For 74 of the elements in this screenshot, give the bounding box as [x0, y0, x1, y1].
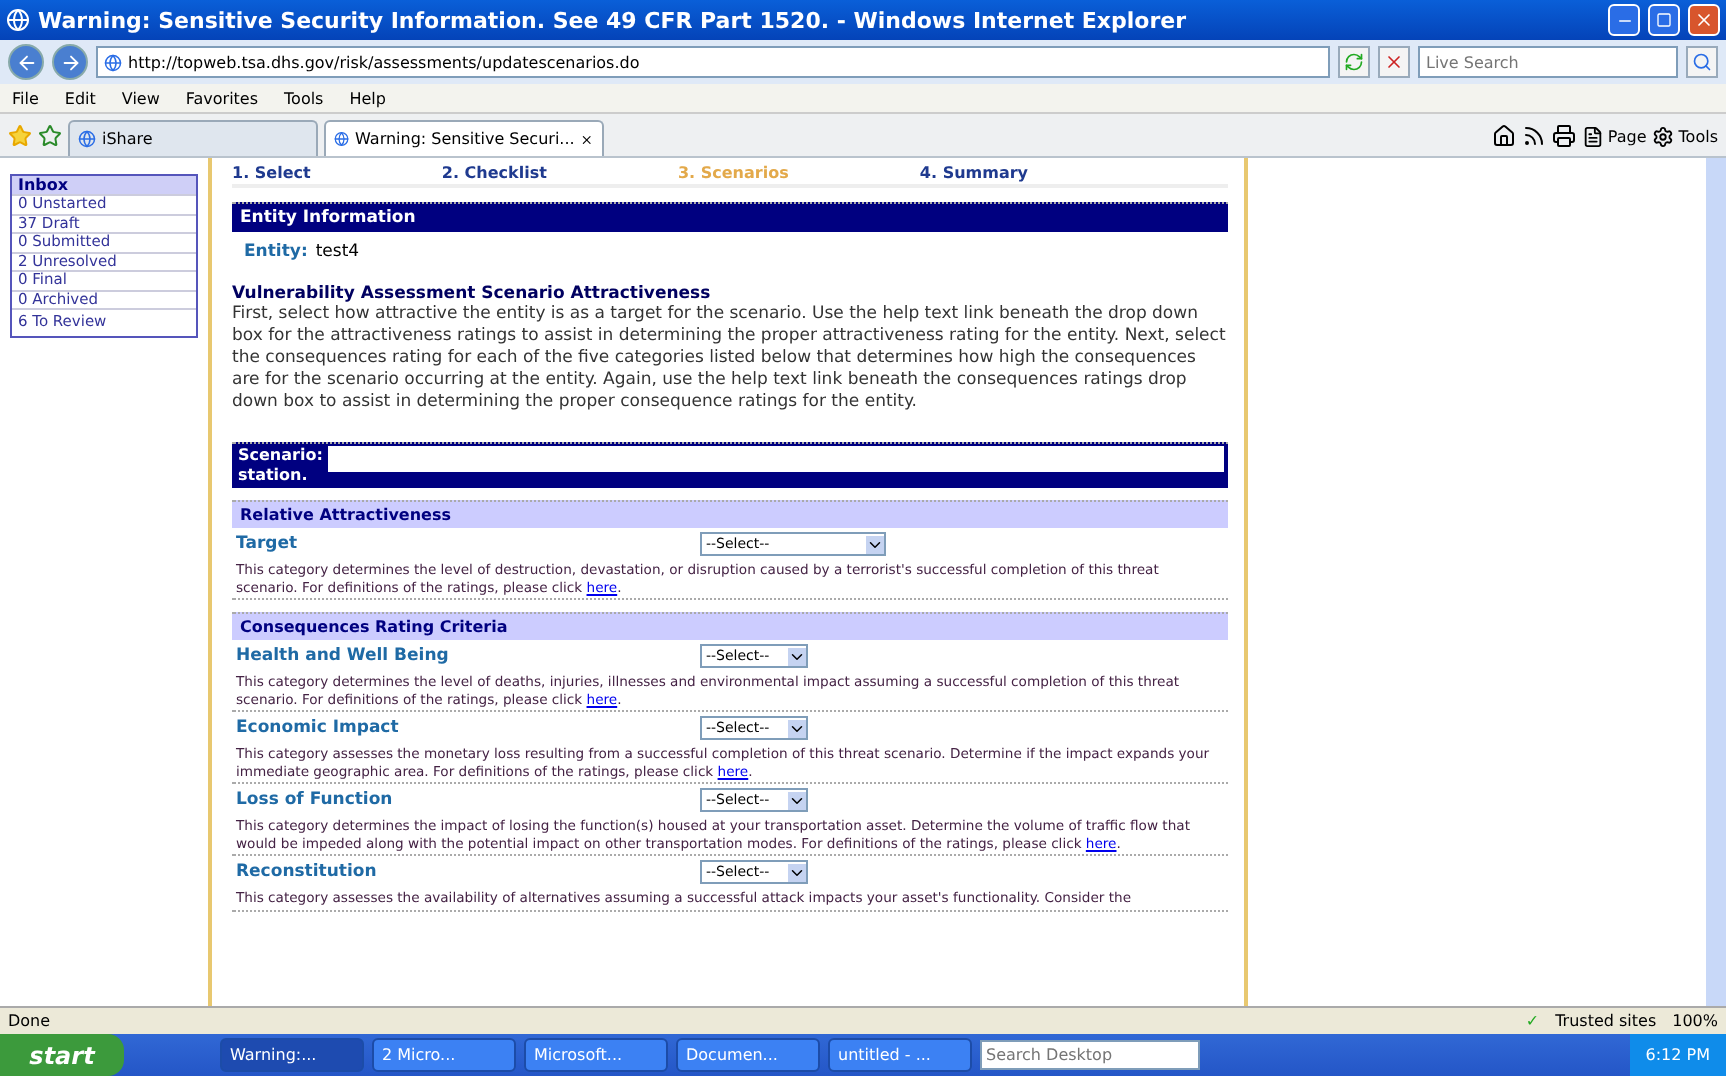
wizard-step[interactable]: 2. Checklist [441, 164, 547, 182]
scenario-text: station. [238, 466, 310, 486]
wizard-step[interactable]: 4. Summary [919, 164, 1028, 182]
tab-label: Warning: Sensitive Securi... [355, 130, 575, 148]
close-button[interactable] [1688, 4, 1720, 36]
wizard-step[interactable]: 1. Select [232, 164, 311, 182]
page-menu[interactable]: Page [1581, 126, 1647, 148]
address-field[interactable]: http://topweb.tsa.dhs.gov/risk/assessments/updatescenarios.do [96, 46, 1330, 78]
gear-icon [1652, 126, 1675, 148]
entity-value: test4 [315, 242, 360, 262]
taskbar-button[interactable]: Microsoft... [524, 1038, 668, 1072]
print-icon[interactable] [1551, 124, 1576, 148]
category-name: Loss of Function [236, 790, 395, 810]
stop-icon [1384, 52, 1404, 72]
taskbar-button[interactable]: untitled - ... [828, 1038, 972, 1072]
status-text: Done [8, 1012, 53, 1030]
section-header: Entity Information [232, 202, 1228, 232]
search-field[interactable]: Live Search [1418, 46, 1678, 78]
maximize-button[interactable] [1648, 4, 1680, 36]
back-button[interactable] [8, 44, 44, 80]
scrollbar[interactable] [1706, 158, 1726, 1006]
category-name: Reconstitution [236, 862, 379, 882]
taskbar-button[interactable]: Warning:... [220, 1038, 364, 1072]
tab-label: iShare [102, 130, 153, 148]
search-icon [1692, 52, 1712, 72]
section-header: Consequences Rating Criteria [232, 612, 1228, 640]
dropdown-arrow-icon [788, 647, 806, 665]
category-name: Economic Impact [236, 718, 401, 738]
menu-item[interactable]: File [12, 89, 39, 107]
start-button[interactable]: start [0, 1034, 124, 1076]
stop-button[interactable] [1378, 46, 1410, 78]
tools-menu[interactable]: Tools [1652, 126, 1718, 148]
entity-label: Entity: [244, 242, 308, 262]
section-header: Relative Attractiveness [232, 500, 1228, 528]
dropdown-arrow-icon [866, 535, 884, 553]
close-tab-icon[interactable] [580, 131, 594, 147]
close-icon [1694, 10, 1714, 30]
feeds-icon[interactable] [1521, 124, 1546, 148]
add-favorite-icon[interactable] [38, 124, 62, 148]
taskbar-button[interactable]: Documen... [676, 1038, 820, 1072]
home-icon[interactable] [1491, 124, 1516, 148]
category-name: Target [236, 534, 300, 554]
check-mark: ✓ [1525, 1012, 1540, 1030]
menu-item[interactable]: Edit [64, 89, 96, 107]
dropdown-arrow-icon [788, 791, 806, 809]
forward-arrow-icon [59, 51, 81, 73]
instructions-text: First, select how attractive the entity is as a target for the scenario. Use the help text link beneath the drop down box for the attractiveness ratings to assist in determining the proper attractiveness rating for the entity. Next, select the consequences rating for each of the five categories listed below that determines how high the consequences are for the scenario occurring at the entity. Again, use the help text link beneath the consequences ratings drop down box to assist in determining the proper consequence ratings for the entity. [232, 304, 1228, 414]
minimize-button[interactable] [1608, 4, 1640, 36]
back-arrow-icon [15, 51, 37, 73]
dropdown-arrow-icon [788, 863, 806, 881]
desktop-search-field[interactable]: Search Desktop [980, 1040, 1200, 1070]
search-button[interactable] [1686, 46, 1718, 78]
menu-item[interactable]: Help [349, 89, 386, 107]
browser-tab[interactable]: iShare [68, 120, 318, 156]
forward-button[interactable] [52, 44, 88, 80]
dropdown-arrow-icon [788, 719, 806, 737]
category-name: Health and Well Being [236, 646, 451, 666]
refresh-icon [1344, 52, 1364, 72]
security-zone: Trusted sites [1555, 1012, 1657, 1030]
menu-item[interactable]: View [121, 89, 160, 107]
section-heading: Vulnerability Assessment Scenario Attractiveness [232, 284, 713, 304]
zoom-level[interactable]: 100% [1672, 1012, 1718, 1030]
taskbar-button[interactable]: 2 Micro... [372, 1038, 516, 1072]
browser-tab[interactable]: Warning: Sensitive Securi... [324, 120, 604, 156]
inbox-title: Inbox [12, 176, 196, 194]
scenario-label: Scenario: [238, 446, 323, 466]
url-text: http://topweb.tsa.dhs.gov/risk/assessments/updatescenarios.do [128, 53, 640, 71]
maximize-icon [1656, 12, 1672, 28]
refresh-button[interactable] [1338, 46, 1370, 78]
menu-item[interactable]: Tools [284, 89, 324, 107]
menu-item[interactable]: Favorites [185, 89, 259, 107]
window-title: Warning: Sensitive Security Information. See 49 CFR Part 1520. - Windows Internet Explorer [38, 7, 1189, 33]
clock: 6:12 PM [1645, 1046, 1710, 1064]
scenario-field[interactable] [328, 446, 1224, 472]
